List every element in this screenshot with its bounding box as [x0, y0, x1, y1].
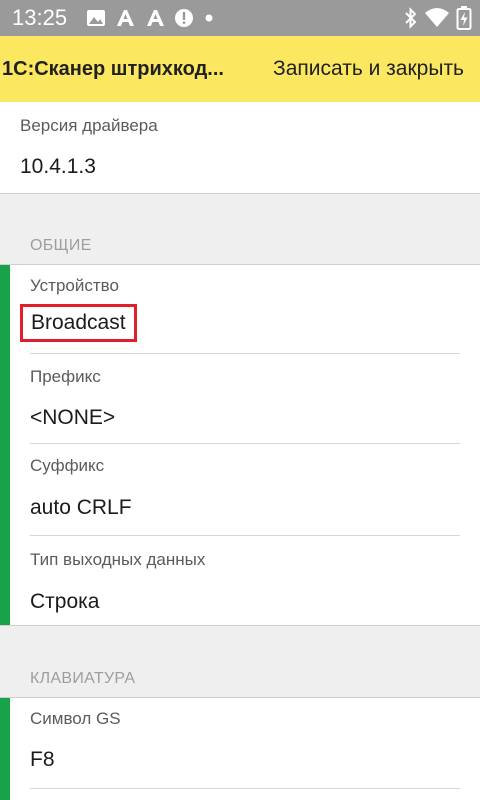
status-bar: 13:25: [0, 0, 480, 36]
save-and-close-button[interactable]: Записать и закрыть: [273, 57, 464, 81]
app-title: 1С:Сканер штрихкод...: [2, 57, 224, 80]
status-notification-icons: [86, 6, 216, 30]
device-value: Broadcast: [31, 311, 126, 334]
gs-symbol-value: F8: [30, 748, 55, 771]
suffix-label: Суффикс: [30, 456, 105, 475]
status-system-icons: [404, 5, 472, 31]
battery-charging-icon: [456, 6, 472, 30]
gs-symbol-field[interactable]: Символ GS F8: [30, 698, 460, 789]
section-header-general: ОБЩИЕ: [30, 237, 92, 254]
suffix-value: auto CRLF: [30, 496, 132, 519]
driver-version-card: Версия драйвера 10.4.1.3: [0, 102, 480, 193]
dot-icon: [205, 14, 213, 22]
status-time: 13:25: [12, 5, 68, 30]
bluetooth-icon: [405, 7, 417, 29]
section-header-keyboard: КЛАВИАТУРА: [30, 670, 136, 687]
prefix-field[interactable]: Префикс <NONE>: [30, 354, 460, 444]
alert-icon: [175, 9, 193, 27]
keyboard-card: Символ GS F8: [0, 698, 480, 800]
prefix-label: Префикс: [30, 367, 101, 386]
output-type-label: Тип выходных данных: [30, 550, 206, 569]
gs-symbol-label: Символ GS: [30, 709, 121, 728]
image-icon: [87, 10, 105, 26]
divider: [0, 193, 480, 194]
driver-version-label: Версия драйвера: [20, 116, 158, 135]
divider: [0, 625, 480, 626]
driver-version-value: 10.4.1.3: [20, 155, 96, 178]
output-type-value: Строка: [30, 590, 100, 613]
driver-version-field: Версия драйвера 10.4.1.3: [20, 102, 460, 193]
wifi-icon: [425, 8, 449, 27]
app-bar: 1С:Сканер штрихкод... Записать и закрыть: [0, 36, 480, 102]
device-label: Устройство: [30, 276, 119, 295]
output-type-field[interactable]: Тип выходных данных Строка: [30, 536, 460, 625]
device-field[interactable]: Устройство Broadcast: [20, 265, 460, 354]
prefix-value: <NONE>: [30, 406, 116, 429]
font-a-icon: [117, 10, 134, 26]
general-card: Устройство Broadcast Префикс <NONE> Суфф…: [0, 265, 480, 625]
highlight-box: Broadcast: [20, 304, 137, 342]
suffix-field[interactable]: Суффикс auto CRLF: [30, 444, 460, 536]
font-a-icon: [147, 10, 164, 26]
